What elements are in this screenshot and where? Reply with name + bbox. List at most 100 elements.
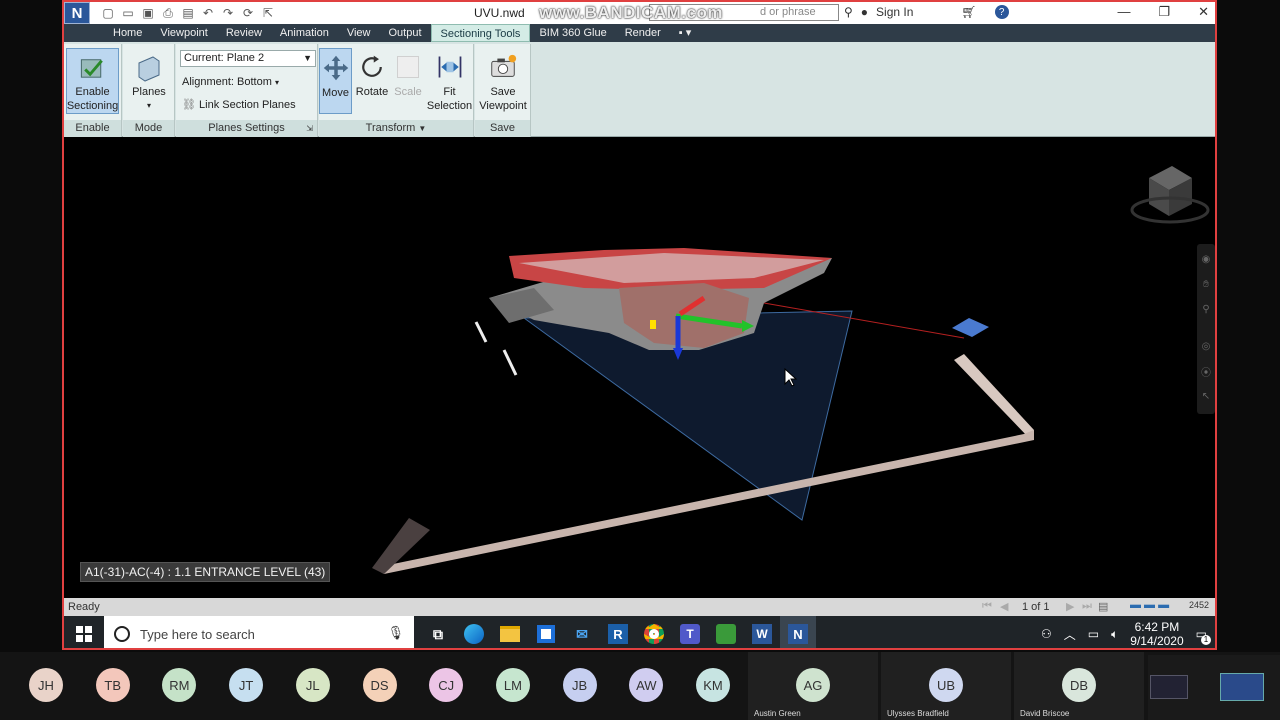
current-plane-value: Current: Plane 2 — [184, 52, 265, 64]
3d-viewport[interactable]: ◉ ✋︎ ⚲ ◎ ⦿ ↖ A1(-31)-AC(-4) : 1.1 ENTRAN… — [64, 138, 1215, 598]
cart-icon[interactable]: 🛒︎ — [961, 5, 976, 19]
meeting-participants: JH TB RM JT JL DS CJ LM JB AW KM AG Austin Green UB Ul… — [0, 652, 1280, 720]
orbit-icon[interactable]: ◎ — [1197, 341, 1215, 352]
network-icon[interactable]: ▭ — [1088, 627, 1099, 641]
select-pointer-icon[interactable]: ↖ — [1197, 391, 1215, 402]
tab-home[interactable]: Home — [104, 24, 151, 42]
ribbon: Enable Sectioning Enable Planes ▾ Mode C… — [64, 42, 1215, 137]
sectioning-icon — [80, 59, 103, 78]
move-arrows-icon — [323, 55, 348, 81]
tab-output[interactable]: Output — [380, 24, 431, 42]
participant-tile[interactable]: DB David Briscoe — [1014, 652, 1144, 720]
tab-render[interactable]: Render — [616, 24, 670, 42]
select-icon[interactable]: ⇱ — [260, 5, 276, 21]
file-explorer-icon[interactable] — [492, 616, 528, 648]
restore-icon[interactable]: ❐ — [1158, 4, 1170, 20]
microphone-icon[interactable]: 🎙︎ — [387, 625, 404, 641]
participant-avatar[interactable]: JL — [295, 668, 330, 702]
task-view-icon[interactable]: ⧉ — [420, 616, 456, 648]
participant-tile[interactable]: AG Austin Green — [748, 652, 878, 720]
ribbon-options-icon[interactable]: ▪ ▾ — [670, 24, 700, 42]
teams-icon[interactable]: T — [672, 616, 708, 648]
alignment-dropdown[interactable]: Alignment: Bottom ▾ — [182, 76, 279, 88]
dialog-launcher-icon[interactable]: ⇲ — [306, 120, 313, 137]
taskbar-search-input[interactable]: Type here to search 🎙︎ — [104, 616, 414, 648]
help-icon[interactable]: ? — [994, 5, 1009, 19]
chrome-icon[interactable] — [636, 616, 672, 648]
participant-avatar[interactable]: AW — [629, 668, 664, 702]
prev-page-icon[interactable]: ◀ — [1000, 600, 1008, 613]
word-icon[interactable]: W — [744, 616, 780, 648]
volume-icon[interactable]: 🔈︎ — [1111, 627, 1118, 642]
participant-avatar[interactable]: JB — [562, 668, 597, 702]
print-alt-icon[interactable]: ▤ — [180, 5, 196, 21]
save-viewpoint-button[interactable]: Save Viewpoint — [476, 48, 530, 114]
system-tray: ⚇ ︿ ▭ 🔈︎ 6:42 PM 9/14/2020 ▭ 1 — [1041, 616, 1211, 648]
enable-sectioning-button[interactable]: Enable Sectioning — [66, 48, 119, 114]
screen-share-thumbnail[interactable] — [1148, 655, 1280, 720]
close-icon[interactable]: ✕ — [1198, 4, 1209, 20]
tab-review[interactable]: Review — [217, 24, 271, 42]
link-section-planes-button[interactable]: ⛓︎ Link Section Planes — [182, 98, 296, 111]
current-plane-select[interactable]: Current: Plane 2 ▼ — [180, 50, 316, 67]
window-controls: — ❐ ✕ — [1117, 4, 1209, 20]
undo-icon[interactable]: ↶ — [200, 5, 216, 21]
rotate-button[interactable]: Rotate — [354, 48, 390, 114]
transform-panel-label[interactable]: Transform ▼ — [319, 120, 473, 137]
save-panel-label: Save — [475, 120, 530, 137]
open-icon[interactable]: ▭ — [120, 5, 136, 21]
steering-wheel-icon[interactable]: ◉ — [1197, 254, 1215, 265]
user-icon[interactable]: ● — [861, 5, 868, 19]
tab-bim360-glue[interactable]: BIM 360 Glue — [530, 24, 615, 42]
participant-avatar[interactable]: JT — [229, 668, 264, 702]
participant-avatar[interactable]: TB — [95, 668, 130, 702]
fit-selection-button[interactable]: Fit Selection — [427, 48, 472, 114]
notification-icon[interactable]: ▭ 1 — [1196, 627, 1211, 645]
zoom-icon[interactable]: ⚲ — [1197, 304, 1215, 315]
mouse-cursor-icon — [784, 368, 798, 387]
sheet-browser-icon[interactable]: ▤ — [1098, 600, 1108, 613]
navisworks-taskbar-icon[interactable]: N — [780, 616, 816, 648]
sign-in-link[interactable]: Sign In — [876, 5, 913, 19]
show-hidden-icons[interactable]: ︿ — [1064, 626, 1076, 643]
look-icon[interactable]: ⦿ — [1197, 364, 1215, 379]
participant-avatar[interactable]: KM — [696, 668, 730, 702]
people-icon[interactable]: ⚇ — [1041, 627, 1052, 641]
camera-marker — [952, 318, 989, 337]
participant-tile[interactable]: UB Ulysses Bradfield — [881, 652, 1011, 720]
next-page-icon[interactable]: ▶ — [1066, 600, 1074, 613]
participant-avatar[interactable]: JH — [29, 668, 63, 702]
new-file-icon[interactable]: ▢ — [100, 5, 116, 21]
memory-readout: 2452 — [1188, 600, 1209, 610]
refresh-icon[interactable]: ⟳ — [240, 5, 256, 21]
tab-viewpoint[interactable]: Viewpoint — [151, 24, 217, 42]
app-menu-button[interactable]: N — [64, 2, 90, 24]
redo-icon[interactable]: ↷ — [220, 5, 236, 21]
quick-access-toolbar: ▢ ▭ ▣ ⎙ ▤ ↶ ↷ ⟳ ⇱ — [100, 5, 276, 21]
last-page-icon[interactable]: ⏭ — [1082, 600, 1092, 613]
tab-sectioning-tools[interactable]: Sectioning Tools — [430, 24, 531, 42]
start-button[interactable] — [64, 616, 104, 648]
print-icon[interactable]: ⎙ — [160, 5, 176, 21]
save-icon[interactable]: ▣ — [140, 5, 156, 21]
participant-avatar[interactable]: RM — [162, 668, 197, 702]
participant-avatar[interactable]: LM — [495, 668, 530, 702]
revit-icon[interactable]: R — [600, 616, 636, 648]
participant-avatar[interactable]: DS — [362, 668, 397, 702]
pan-icon[interactable]: ✋︎ — [1197, 279, 1215, 290]
first-page-icon[interactable]: ⏮ — [982, 600, 992, 613]
mail-icon[interactable]: ✉ — [564, 616, 600, 648]
minimize-icon[interactable]: — — [1117, 4, 1130, 20]
tab-view[interactable]: View — [338, 24, 380, 42]
binoculars-icon[interactable]: ⚲ — [844, 5, 853, 19]
edge-icon[interactable] — [456, 616, 492, 648]
map-app-icon[interactable] — [708, 616, 744, 648]
participant-avatar[interactable]: CJ — [429, 668, 464, 702]
tab-animation[interactable]: Animation — [271, 24, 338, 42]
clock[interactable]: 6:42 PM 9/14/2020 — [1130, 620, 1183, 648]
search-circle-icon — [114, 626, 130, 642]
store-icon[interactable] — [528, 616, 564, 648]
move-button[interactable]: Move — [319, 48, 352, 114]
grid-view-icon[interactable] — [1220, 673, 1264, 701]
planes-button[interactable]: Planes ▾ — [124, 48, 174, 114]
